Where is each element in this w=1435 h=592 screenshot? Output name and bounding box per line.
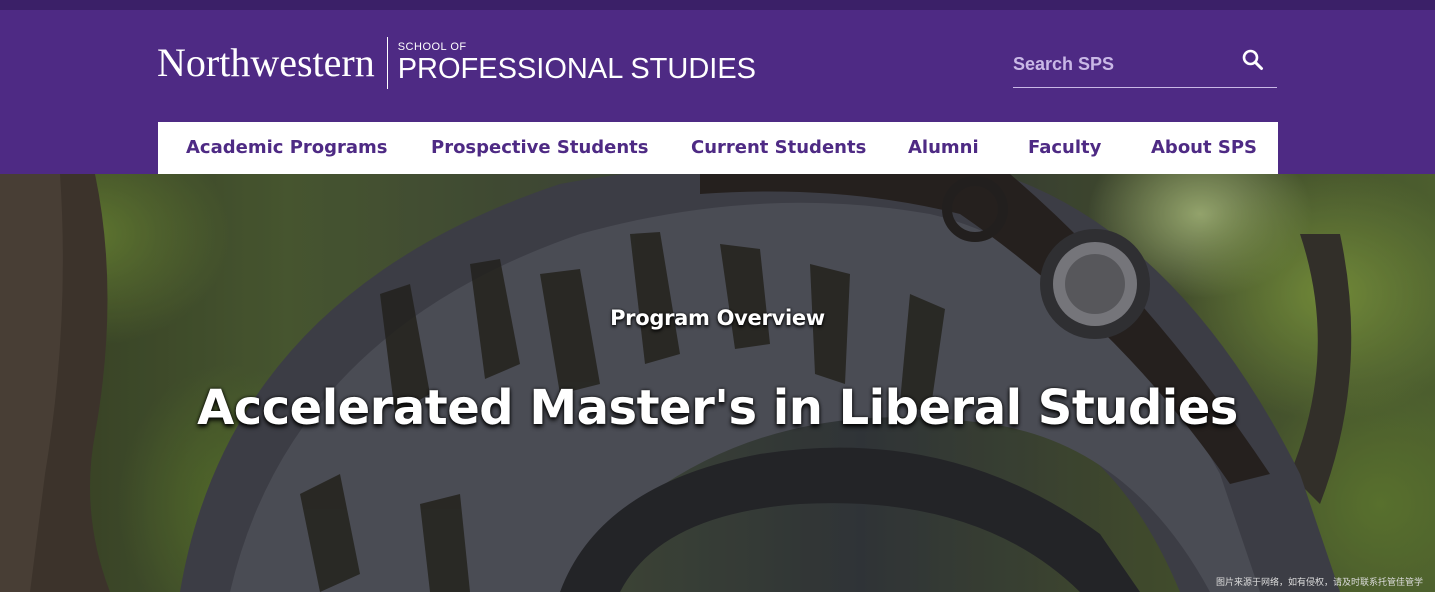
image-credit: 图片来源于网络，如有侵权，请及时联系托管佳管学 [1215, 578, 1423, 588]
nav-about-sps[interactable]: About SPS [1151, 137, 1257, 158]
hero-eyebrow: Program Overview [610, 306, 825, 330]
page-title: Accelerated Master's in Liberal Studies [197, 380, 1238, 436]
search-box [1013, 40, 1277, 88]
nav-current-students[interactable]: Current Students [691, 137, 866, 158]
school-name-small: SCHOOL OF [397, 41, 467, 53]
northwestern-wordmark: Northwestern [157, 40, 375, 85]
top-strip [0, 0, 1435, 10]
nav-prospective-students[interactable]: Prospective Students [431, 137, 649, 158]
nav-faculty[interactable]: Faculty [1028, 137, 1101, 158]
main-nav: Academic Programs Prospective Students C… [158, 122, 1278, 174]
nav-academic-programs[interactable]: Academic Programs [186, 137, 388, 158]
school-name-big: PROFESSIONAL STUDIES [397, 53, 756, 85]
search-input[interactable] [1013, 52, 1233, 76]
school-name: SCHOOL OF PROFESSIONAL STUDIES [398, 42, 756, 84]
nav-alumni[interactable]: Alumni [908, 137, 979, 158]
hero-banner: Program Overview Accelerated Master's in… [0, 174, 1435, 592]
logo-divider [386, 37, 388, 89]
site-logo[interactable]: Northwestern SCHOOL OF PROFESSIONAL STUD… [157, 35, 756, 91]
search-icon[interactable] [1241, 48, 1265, 72]
